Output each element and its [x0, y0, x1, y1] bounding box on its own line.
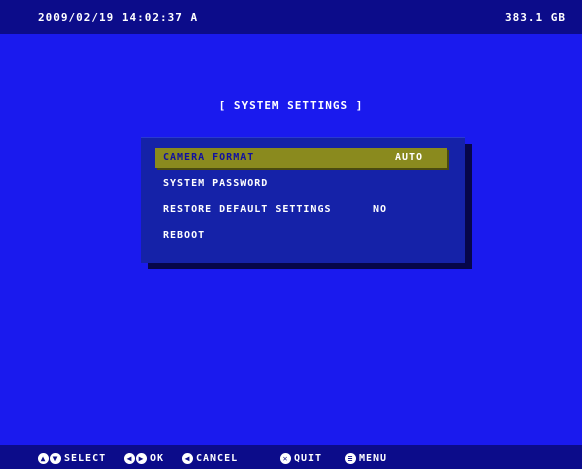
hint-quit: ✕ QUIT [280, 451, 322, 465]
storage-display: 383.1 GB [505, 11, 566, 24]
menu-item-restore-default[interactable]: RESTORE DEFAULT SETTINGS NO [155, 200, 447, 220]
menu-item-system-password[interactable]: SYSTEM PASSWORD [155, 174, 447, 194]
hint-select: ▲ ▼ SELECT [38, 451, 106, 465]
status-bar: 2009/02/19 14:02:37 A 383.1 GB [0, 0, 582, 34]
menu-item-label: REBOOT [163, 230, 206, 241]
hint-cancel-label: CANCEL [196, 452, 239, 464]
hint-select-label: SELECT [64, 452, 107, 464]
menu-item-label: RESTORE DEFAULT SETTINGS [163, 204, 332, 215]
menu-title: [ SYSTEM SETTINGS ] [218, 99, 364, 112]
restore-default-value[interactable]: NO [373, 200, 387, 220]
hint-menu-label: MENU [359, 452, 388, 464]
left-arrow-icon: ◀ [124, 452, 135, 464]
down-arrow-icon: ▼ [50, 452, 61, 464]
hint-menu: ≡ MENU [345, 451, 387, 465]
menu-item-label: SYSTEM PASSWORD [163, 178, 269, 189]
right-arrow-icon: ▶ [136, 452, 147, 464]
hint-ok-label: OK [150, 452, 165, 464]
menu-item-camera-format[interactable]: CAMERA FORMAT AUTO [155, 148, 447, 168]
camera-format-value[interactable]: AUTO [395, 148, 423, 168]
settings-panel: CAMERA FORMAT AUTO SYSTEM PASSWORD RESTO… [141, 137, 465, 263]
left-arrow-icon: ◀ [182, 452, 193, 464]
datetime-display: 2009/02/19 14:02:37 A [38, 11, 199, 24]
hint-bar: ▲ ▼ SELECT ◀ ▶ OK ◀ CANCEL ✕ QUIT ≡ MENU [0, 445, 582, 469]
hint-cancel: ◀ CANCEL [182, 451, 238, 465]
up-arrow-icon: ▲ [38, 452, 49, 464]
menu-item-reboot[interactable]: REBOOT [155, 226, 447, 246]
menu-item-label: CAMERA FORMAT [163, 152, 255, 163]
hint-ok: ◀ ▶ OK [124, 451, 164, 465]
quit-icon: ✕ [280, 452, 291, 464]
menu-icon: ≡ [345, 452, 356, 464]
hint-quit-label: QUIT [294, 452, 323, 464]
